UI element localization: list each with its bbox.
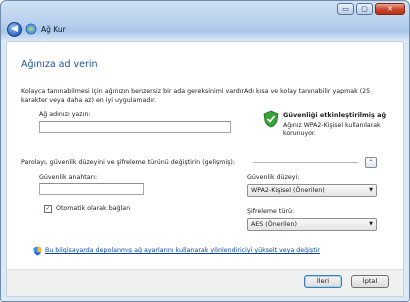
- auto-connect-checkbox[interactable]: ✓: [44, 205, 52, 213]
- shield-check-icon: [263, 110, 279, 128]
- security-level-value: WPA2-Kişisel (Önerilen): [251, 187, 325, 194]
- security-status-title: Güvenliği etkinleştirilmiş ağ: [283, 111, 387, 119]
- network-icon: [25, 23, 37, 35]
- close-icon: ✕: [387, 5, 393, 13]
- checkmark-icon: ✓: [45, 205, 51, 212]
- wizard-window: ▭ ▢ ✕ ◀ Ağ Kur Ağınıza ad verin Kolayca …: [0, 0, 410, 302]
- wizard-content: Ağınıza ad verin Kolayca tanınabilmesi i…: [6, 41, 404, 297]
- upgrade-router-link[interactable]: Bu bilgisayarda depolanmış ağ ayarlarını…: [45, 247, 320, 254]
- dropdown-arrow-icon: ▼: [369, 221, 373, 227]
- maximize-button[interactable]: ▢: [356, 3, 373, 15]
- back-arrow-icon: ◀: [11, 24, 18, 34]
- advanced-settings-label: Parolayı, güvenlik düzeyini ve şifreleme…: [21, 159, 236, 166]
- footer-bar: [7, 269, 403, 296]
- maximize-icon: ▢: [361, 5, 368, 13]
- security-level-label: Güvenlik düzeyi:: [247, 174, 300, 181]
- security-key-label: Güvenlik anahtarı:: [39, 174, 98, 181]
- dropdown-arrow-icon: ▼: [369, 187, 373, 193]
- network-name-label: Ağ adınızı yazın:: [39, 111, 91, 118]
- security-status-description: Ağınız WPA2-Kişisel kullanılarak korunuy…: [283, 122, 381, 137]
- collapse-advanced-button[interactable]: ⌃: [365, 157, 377, 168]
- minimize-icon: ▭: [342, 5, 349, 13]
- cancel-button[interactable]: İptal: [351, 275, 389, 288]
- window-title: Ağ Kur: [41, 25, 66, 34]
- minimize-button[interactable]: ▭: [337, 3, 354, 15]
- back-button[interactable]: ◀: [7, 22, 22, 37]
- encryption-type-label: Şifreleme türü:: [247, 208, 295, 215]
- advanced-divider: [253, 162, 358, 163]
- next-button[interactable]: İleri: [304, 275, 342, 288]
- page-description: Kolayca tanınabilmesi için ağınızın benz…: [21, 88, 371, 104]
- security-level-select[interactable]: WPA2-Kişisel (Önerilen) ▼: [247, 184, 377, 197]
- encryption-type-value: AES (Önerilen): [251, 221, 297, 228]
- auto-connect-label: Otomatik olarak bağlan: [56, 205, 131, 212]
- uac-shield-icon: [33, 246, 42, 256]
- chevron-up-icon: ⌃: [368, 159, 374, 166]
- security-key-input[interactable]: [39, 183, 144, 195]
- network-name-input[interactable]: [39, 121, 231, 133]
- encryption-type-select[interactable]: AES (Önerilen) ▼: [247, 218, 377, 231]
- window-controls: ▭ ▢ ✕: [337, 3, 405, 15]
- close-button[interactable]: ✕: [375, 3, 405, 15]
- page-heading: Ağınıza ad verin: [21, 59, 98, 70]
